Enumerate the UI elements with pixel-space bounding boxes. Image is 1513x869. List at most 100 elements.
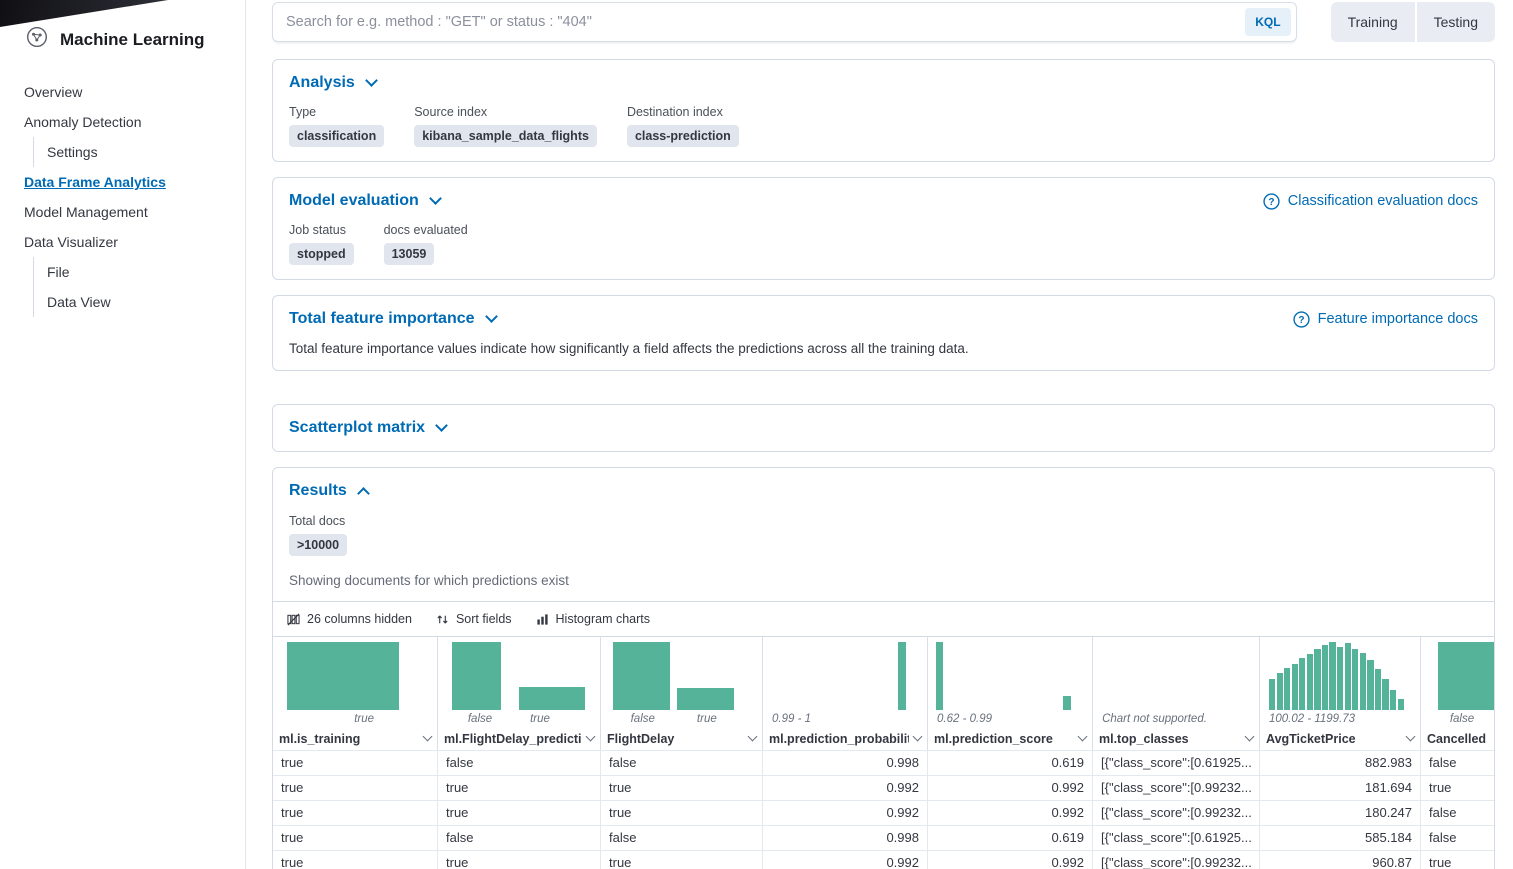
help-icon: ? <box>1263 193 1280 210</box>
cell-ml.FlightDelay_predictio[interactable]: true <box>438 801 601 825</box>
chevron-up-icon <box>357 487 370 500</box>
column-name-Cancelled[interactable]: Cancelled <box>1421 727 1494 750</box>
cell-FlightDelay[interactable]: true <box>601 801 763 825</box>
sidebar-header: Machine Learning <box>0 26 245 77</box>
cell-ml.prediction_score[interactable]: 0.992 <box>928 776 1093 800</box>
sidebar-item-anomaly-detection[interactable]: Anomaly Detection <box>0 107 245 137</box>
scatterplot-matrix-panel-toggle[interactable]: Scatterplot matrix <box>289 419 446 437</box>
histogram-bar <box>452 642 502 710</box>
cell-ml.prediction_score[interactable]: 0.619 <box>928 826 1093 850</box>
analysis-panel: Analysis TypeclassificationSource indexk… <box>272 59 1495 162</box>
column-name-ml.top_classes[interactable]: ml.top_classes <box>1093 727 1259 750</box>
docs-link-label: Classification evaluation docs <box>1288 193 1478 209</box>
sidebar: Machine Learning OverviewAnomaly Detecti… <box>0 0 246 869</box>
column-name-AvgTicketPrice[interactable]: AvgTicketPrice <box>1260 727 1420 750</box>
histogram-label: Chart not supported. <box>1102 713 1207 725</box>
cell-ml.top_classes[interactable]: [{"class_score":[0.99232... <box>1093 801 1260 825</box>
model-evaluation-panel-toggle[interactable]: Model evaluation <box>289 192 440 210</box>
cell-ml.top_classes[interactable]: [{"class_score":[0.61925... <box>1093 826 1260 850</box>
cell-ml.FlightDelay_predictio[interactable]: true <box>438 776 601 800</box>
histogram-bar <box>936 642 944 710</box>
sidebar-item-file[interactable]: File <box>33 257 245 287</box>
feature-importance-panel-toggle[interactable]: Total feature importance <box>289 310 496 328</box>
cell-AvgTicketPrice[interactable]: 585.184 <box>1260 826 1421 850</box>
feature-importance-description: Total feature importance values indicate… <box>289 341 1478 356</box>
panel-title: Model evaluation <box>289 192 419 210</box>
histogram-chart <box>444 642 594 710</box>
cell-FlightDelay[interactable]: false <box>601 751 763 775</box>
cell-AvgTicketPrice[interactable]: 181.694 <box>1260 776 1421 800</box>
cell-ml.top_classes[interactable]: [{"class_score":[0.99232... <box>1093 851 1260 869</box>
column-name-FlightDelay[interactable]: FlightDelay <box>601 727 762 750</box>
training-button[interactable]: Training <box>1331 2 1415 42</box>
sidebar-item-data-view[interactable]: Data View <box>33 287 245 317</box>
sidebar-item-data-frame-analytics[interactable]: Data Frame Analytics <box>0 167 245 197</box>
cell-Cancelled[interactable]: false <box>1421 751 1494 775</box>
cell-ml.is_training[interactable]: true <box>273 801 438 825</box>
cell-ml.prediction_probabilit[interactable]: 0.998 <box>763 751 928 775</box>
sidebar-item-settings[interactable]: Settings <box>33 137 245 167</box>
cell-ml.FlightDelay_predictio[interactable]: false <box>438 826 601 850</box>
column-name-ml.prediction_probabilit[interactable]: ml.prediction_probabilit <box>763 727 927 750</box>
testing-button[interactable]: Testing <box>1417 2 1495 42</box>
column-name-label: FlightDelay <box>607 732 744 746</box>
cell-FlightDelay[interactable]: true <box>601 851 763 869</box>
chevron-down-icon <box>748 732 758 742</box>
feature-importance-docs-link[interactable]: ? Feature importance docs <box>1293 311 1478 328</box>
sidebar-item-overview[interactable]: Overview <box>0 77 245 107</box>
histogram-label: 0.62 - 0.99 <box>937 713 992 725</box>
sidebar-item-data-visualizer[interactable]: Data Visualizer <box>0 227 245 257</box>
analysis-panel-toggle[interactable]: Analysis <box>289 74 376 92</box>
cell-Cancelled[interactable]: false <box>1421 826 1494 850</box>
cell-FlightDelay[interactable]: true <box>601 776 763 800</box>
column-name-label: ml.FlightDelay_predictio <box>444 732 582 746</box>
cell-AvgTicketPrice[interactable]: 882.983 <box>1260 751 1421 775</box>
search-input-wrapper[interactable]: KQL <box>272 2 1297 42</box>
table-row: truetruetrue0.9920.992[{"class_score":[0… <box>273 850 1494 869</box>
cell-ml.is_training[interactable]: true <box>273 776 438 800</box>
cell-ml.is_training[interactable]: true <box>273 851 438 869</box>
column-name-ml.FlightDelay_predictio[interactable]: ml.FlightDelay_predictio <box>438 727 600 750</box>
cell-Cancelled[interactable]: true <box>1421 851 1494 869</box>
cell-Cancelled[interactable]: true <box>1421 776 1494 800</box>
cell-AvgTicketPrice[interactable]: 960.87 <box>1260 851 1421 869</box>
columns-hidden-button[interactable]: 26 columns hidden <box>287 612 412 626</box>
sidebar-item-model-management[interactable]: Model Management <box>0 197 245 227</box>
cell-ml.is_training[interactable]: true <box>273 751 438 775</box>
grid-header: trueml.is_trainingfalsetrueml.FlightDela… <box>273 637 1494 750</box>
cell-ml.prediction_probabilit[interactable]: 0.992 <box>763 851 928 869</box>
field-source-index: Source indexkibana_sample_data_flights <box>414 105 597 147</box>
results-panel-toggle[interactable]: Results <box>289 482 368 500</box>
column-name-ml.is_training[interactable]: ml.is_training <box>273 727 437 750</box>
cell-ml.prediction_probabilit[interactable]: 0.992 <box>763 776 928 800</box>
kql-button[interactable]: KQL <box>1245 8 1290 36</box>
cell-ml.FlightDelay_predictio[interactable]: true <box>438 851 601 869</box>
field-destination-index: Destination indexclass-prediction <box>627 105 739 147</box>
cell-ml.FlightDelay_predictio[interactable]: false <box>438 751 601 775</box>
search-input[interactable] <box>286 14 1245 30</box>
cell-FlightDelay[interactable]: false <box>601 826 763 850</box>
histogram-bar <box>1438 642 1494 710</box>
cell-Cancelled[interactable]: false <box>1421 801 1494 825</box>
histogram-bar <box>1329 642 1335 710</box>
cell-ml.prediction_probabilit[interactable]: 0.992 <box>763 801 928 825</box>
analysis-fields: TypeclassificationSource indexkibana_sam… <box>289 105 1478 147</box>
cell-ml.top_classes[interactable]: [{"class_score":[0.99232... <box>1093 776 1260 800</box>
cell-ml.top_classes[interactable]: [{"class_score":[0.61925... <box>1093 751 1260 775</box>
cell-ml.prediction_score[interactable]: 0.992 <box>928 851 1093 869</box>
column-name-ml.prediction_score[interactable]: ml.prediction_score <box>928 727 1092 750</box>
column-header-AvgTicketPrice: 100.02 - 1199.73AvgTicketPrice <box>1260 637 1421 750</box>
column-name-label: ml.is_training <box>279 732 419 746</box>
cell-ml.is_training[interactable]: true <box>273 826 438 850</box>
histogram-label: true <box>530 713 550 725</box>
field-label: Type <box>289 105 384 119</box>
cell-ml.prediction_score[interactable]: 0.992 <box>928 801 1093 825</box>
classification-evaluation-docs-link[interactable]: ? Classification evaluation docs <box>1263 193 1478 210</box>
cell-AvgTicketPrice[interactable]: 180.247 <box>1260 801 1421 825</box>
cell-ml.prediction_score[interactable]: 0.619 <box>928 751 1093 775</box>
histogram-charts-button[interactable]: Histogram charts <box>536 612 650 626</box>
sort-fields-button[interactable]: Sort fields <box>436 612 512 626</box>
histogram-bar <box>1390 690 1396 710</box>
cell-ml.prediction_probabilit[interactable]: 0.998 <box>763 826 928 850</box>
table-row: truetruetrue0.9920.992[{"class_score":[0… <box>273 775 1494 800</box>
